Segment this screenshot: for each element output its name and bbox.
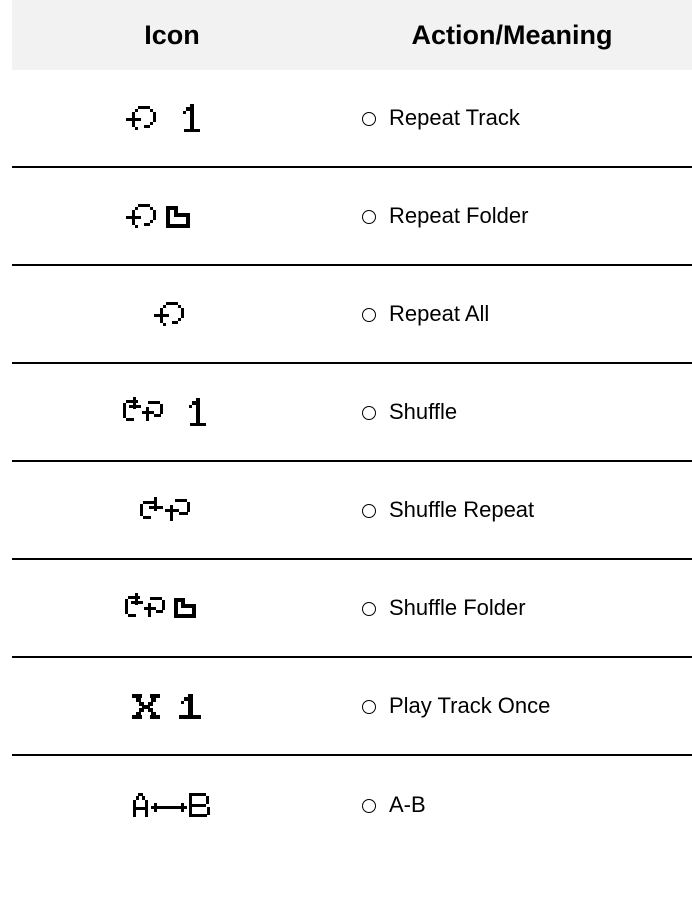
bullet-circle-icon bbox=[362, 308, 376, 322]
shuffle-folder-icon bbox=[125, 593, 196, 618]
bullet-circle-icon bbox=[362, 406, 376, 420]
table-row: Shuffle Repeat bbox=[12, 462, 692, 560]
table-row: A-B bbox=[12, 756, 692, 854]
bullet-circle-icon bbox=[362, 504, 376, 518]
row-label: Shuffle Repeat bbox=[389, 497, 535, 522]
row-label: Play Track Once bbox=[389, 693, 551, 718]
a-b-repeat-icon bbox=[133, 793, 210, 817]
shuffle-repeat-icon bbox=[140, 497, 190, 521]
row-label: A-B bbox=[389, 792, 426, 817]
table-row: Shuffle bbox=[12, 364, 692, 462]
bullet-circle-icon bbox=[362, 799, 376, 813]
bullet-circle-icon bbox=[362, 210, 376, 224]
table-row: Shuffle Folder bbox=[12, 560, 692, 658]
repeat-all-icon bbox=[154, 302, 184, 326]
icon-meaning-table: Icon Action/Meaning Repeat Track Repeat … bbox=[12, 0, 692, 854]
row-label: Repeat Folder bbox=[389, 203, 529, 228]
header-icon: Icon bbox=[144, 19, 200, 50]
table-header: Icon Action/Meaning bbox=[12, 0, 692, 70]
bullet-circle-icon bbox=[362, 602, 376, 616]
table-row: Repeat All bbox=[12, 266, 692, 364]
row-label: Repeat Track bbox=[389, 105, 520, 130]
row-label: Shuffle bbox=[389, 399, 458, 424]
row-label: Shuffle Folder bbox=[389, 595, 526, 620]
row-label: Repeat All bbox=[389, 301, 490, 326]
header-action-meaning: Action/Meaning bbox=[411, 19, 613, 50]
table-row: Repeat Folder bbox=[12, 168, 692, 266]
bullet-circle-icon bbox=[362, 112, 376, 126]
repeat-folder-icon bbox=[126, 204, 190, 228]
table-row: Play Track Once bbox=[12, 658, 692, 756]
bullet-circle-icon bbox=[362, 700, 376, 714]
shuffle-icon bbox=[123, 397, 206, 426]
table-row: Repeat Track bbox=[12, 70, 692, 168]
play-track-once-icon bbox=[132, 694, 201, 719]
repeat-track-icon bbox=[126, 104, 200, 132]
